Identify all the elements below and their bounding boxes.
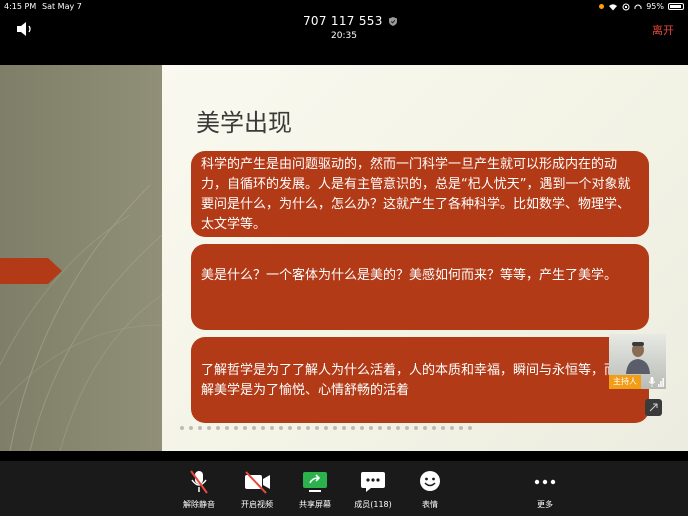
share-screen-button[interactable]: 共享屏幕 xyxy=(285,469,345,510)
slide-page-dots xyxy=(180,426,472,430)
expand-video-button[interactable] xyxy=(645,399,662,416)
shared-screen: 美学出现 科学的产生是由问题驱动的，然而一门科学一旦产生就可以形成内在的动力，自… xyxy=(0,65,688,451)
share-screen-icon xyxy=(303,472,327,492)
meeting-id[interactable]: 707 117 553 xyxy=(303,14,383,28)
unmute-label: 解除静音 xyxy=(183,500,215,509)
mic-icon xyxy=(648,377,656,387)
slide-title: 美学出现 xyxy=(196,109,292,137)
status-date: Sat May 7 xyxy=(42,2,82,11)
reactions-label: 表情 xyxy=(422,500,438,509)
emoji-icon xyxy=(420,471,440,491)
expand-icon xyxy=(649,403,658,412)
leave-button[interactable]: 离开 xyxy=(652,22,674,38)
slide-paragraph-1: 科学的产生是由问题驱动的，然而一门科学一旦产生就可以形成内在的动力，自循环的发展… xyxy=(191,151,649,237)
more-icon xyxy=(534,479,556,485)
host-badge: 主持人 xyxy=(609,375,641,389)
status-bar: 4:15 PM Sat May 7 95% xyxy=(0,0,688,13)
slide-paragraph-2: 美是什么？一个客体为什么是美的？美感如何而来？等等，产生了美学。 xyxy=(191,244,649,330)
more-button[interactable]: 更多 xyxy=(515,469,575,510)
more-label: 更多 xyxy=(537,500,553,509)
start-video-button[interactable]: 开启视频 xyxy=(227,469,287,510)
participant-avatar xyxy=(626,342,650,374)
participants-label: 成员(118) xyxy=(354,500,392,509)
signal-icon xyxy=(658,378,664,387)
meeting-timer: 20:35 xyxy=(331,31,357,41)
meeting-screen: 4:15 PM Sat May 7 95% 707 117 553 20:35 … xyxy=(0,0,688,516)
meeting-header: 707 117 553 20:35 离开 xyxy=(0,13,688,45)
share-screen-label: 共享屏幕 xyxy=(299,500,331,509)
shield-icon xyxy=(388,16,397,26)
recording-dot-icon xyxy=(599,4,605,9)
video-off-icon xyxy=(245,471,270,494)
headphones-icon xyxy=(634,4,642,9)
start-video-label: 开启视频 xyxy=(241,500,273,509)
slide-paragraph-3: 了解哲学是为了了解人为什么活着，人的本质和幸福，瞬间与永恒等，而了解美学是为了愉… xyxy=(191,337,649,423)
slide-arrow-shape xyxy=(0,258,62,284)
battery-percent: 95% xyxy=(646,2,664,11)
unmute-button[interactable]: 解除静音 xyxy=(169,469,229,510)
status-indicators: 95% xyxy=(599,0,684,13)
meeting-id-group[interactable]: 707 117 553 xyxy=(303,14,397,28)
participants-icon xyxy=(361,472,385,492)
meeting-toolbar: 解除静音 开启视频 共享屏幕 成员(118) 表情 更多 xyxy=(0,461,688,516)
participant-video-thumbnail[interactable]: 主持人 xyxy=(609,334,666,389)
battery-icon xyxy=(668,3,684,10)
orientation-lock-icon xyxy=(622,3,630,10)
status-time: 4:15 PM xyxy=(4,2,37,11)
participants-button[interactable]: 成员(118) xyxy=(343,469,403,510)
reactions-button[interactable]: 表情 xyxy=(400,469,460,510)
mic-muted-icon xyxy=(190,470,208,494)
wifi-icon xyxy=(609,3,618,10)
